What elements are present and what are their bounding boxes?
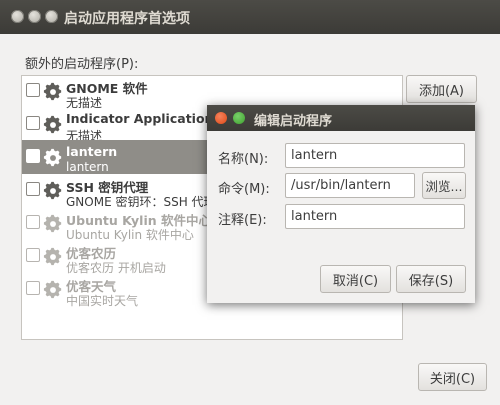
gear-icon xyxy=(43,181,62,200)
window-close-icon[interactable] xyxy=(11,10,24,23)
section-label: 额外的启动程序(P): xyxy=(25,57,139,72)
gear-icon xyxy=(43,214,62,233)
enable-checkbox[interactable] xyxy=(26,215,40,229)
close-button[interactable]: 关闭(C) xyxy=(418,363,487,391)
enable-checkbox[interactable] xyxy=(26,281,40,295)
name-field[interactable]: lantern xyxy=(285,143,465,168)
browse-button[interactable]: 浏览... xyxy=(422,172,466,199)
command-field[interactable]: /usr/bin/lantern xyxy=(285,173,415,198)
name-label: 名称(N): xyxy=(218,152,269,167)
window-close-icon[interactable] xyxy=(215,112,227,124)
dialog-title: 编辑启动程序 xyxy=(254,114,333,129)
command-label: 命令(M): xyxy=(218,182,270,197)
gear-icon xyxy=(43,82,62,101)
gear-icon xyxy=(43,247,62,266)
comment-label: 注释(E): xyxy=(218,213,267,228)
add-button[interactable]: 添加(A) xyxy=(406,75,477,103)
item-description: 中国实时天气 xyxy=(66,294,139,308)
gear-icon xyxy=(43,115,62,134)
window-minimize-icon[interactable] xyxy=(28,10,41,23)
item-description: lantern xyxy=(66,160,109,174)
window-maximize-icon[interactable] xyxy=(45,10,58,23)
enable-checkbox[interactable] xyxy=(26,149,40,163)
comment-field[interactable]: lantern xyxy=(285,204,465,229)
edit-startup-dialog: 编辑启动程序 名称(N): lantern 命令(M): /usr/bin/la… xyxy=(207,105,475,303)
window-title: 启动应用程序首选项 xyxy=(64,11,190,27)
window-maximize-icon[interactable] xyxy=(233,112,245,124)
item-name: lantern xyxy=(66,144,118,159)
enable-checkbox[interactable] xyxy=(26,83,40,97)
gear-icon xyxy=(43,280,62,299)
item-name: Indicator Application xyxy=(66,111,214,126)
enable-checkbox[interactable] xyxy=(26,116,40,130)
window-titlebar[interactable]: 启动应用程序首选项 xyxy=(0,0,500,34)
gear-icon xyxy=(43,148,62,167)
cancel-button[interactable]: 取消(C) xyxy=(320,265,391,293)
dialog-titlebar[interactable]: 编辑启动程序 xyxy=(207,105,475,131)
save-button[interactable]: 保存(S) xyxy=(396,265,466,293)
enable-checkbox[interactable] xyxy=(26,182,40,196)
enable-checkbox[interactable] xyxy=(26,248,40,262)
list-item[interactable]: GNOME 软件 无描述 xyxy=(22,76,402,110)
